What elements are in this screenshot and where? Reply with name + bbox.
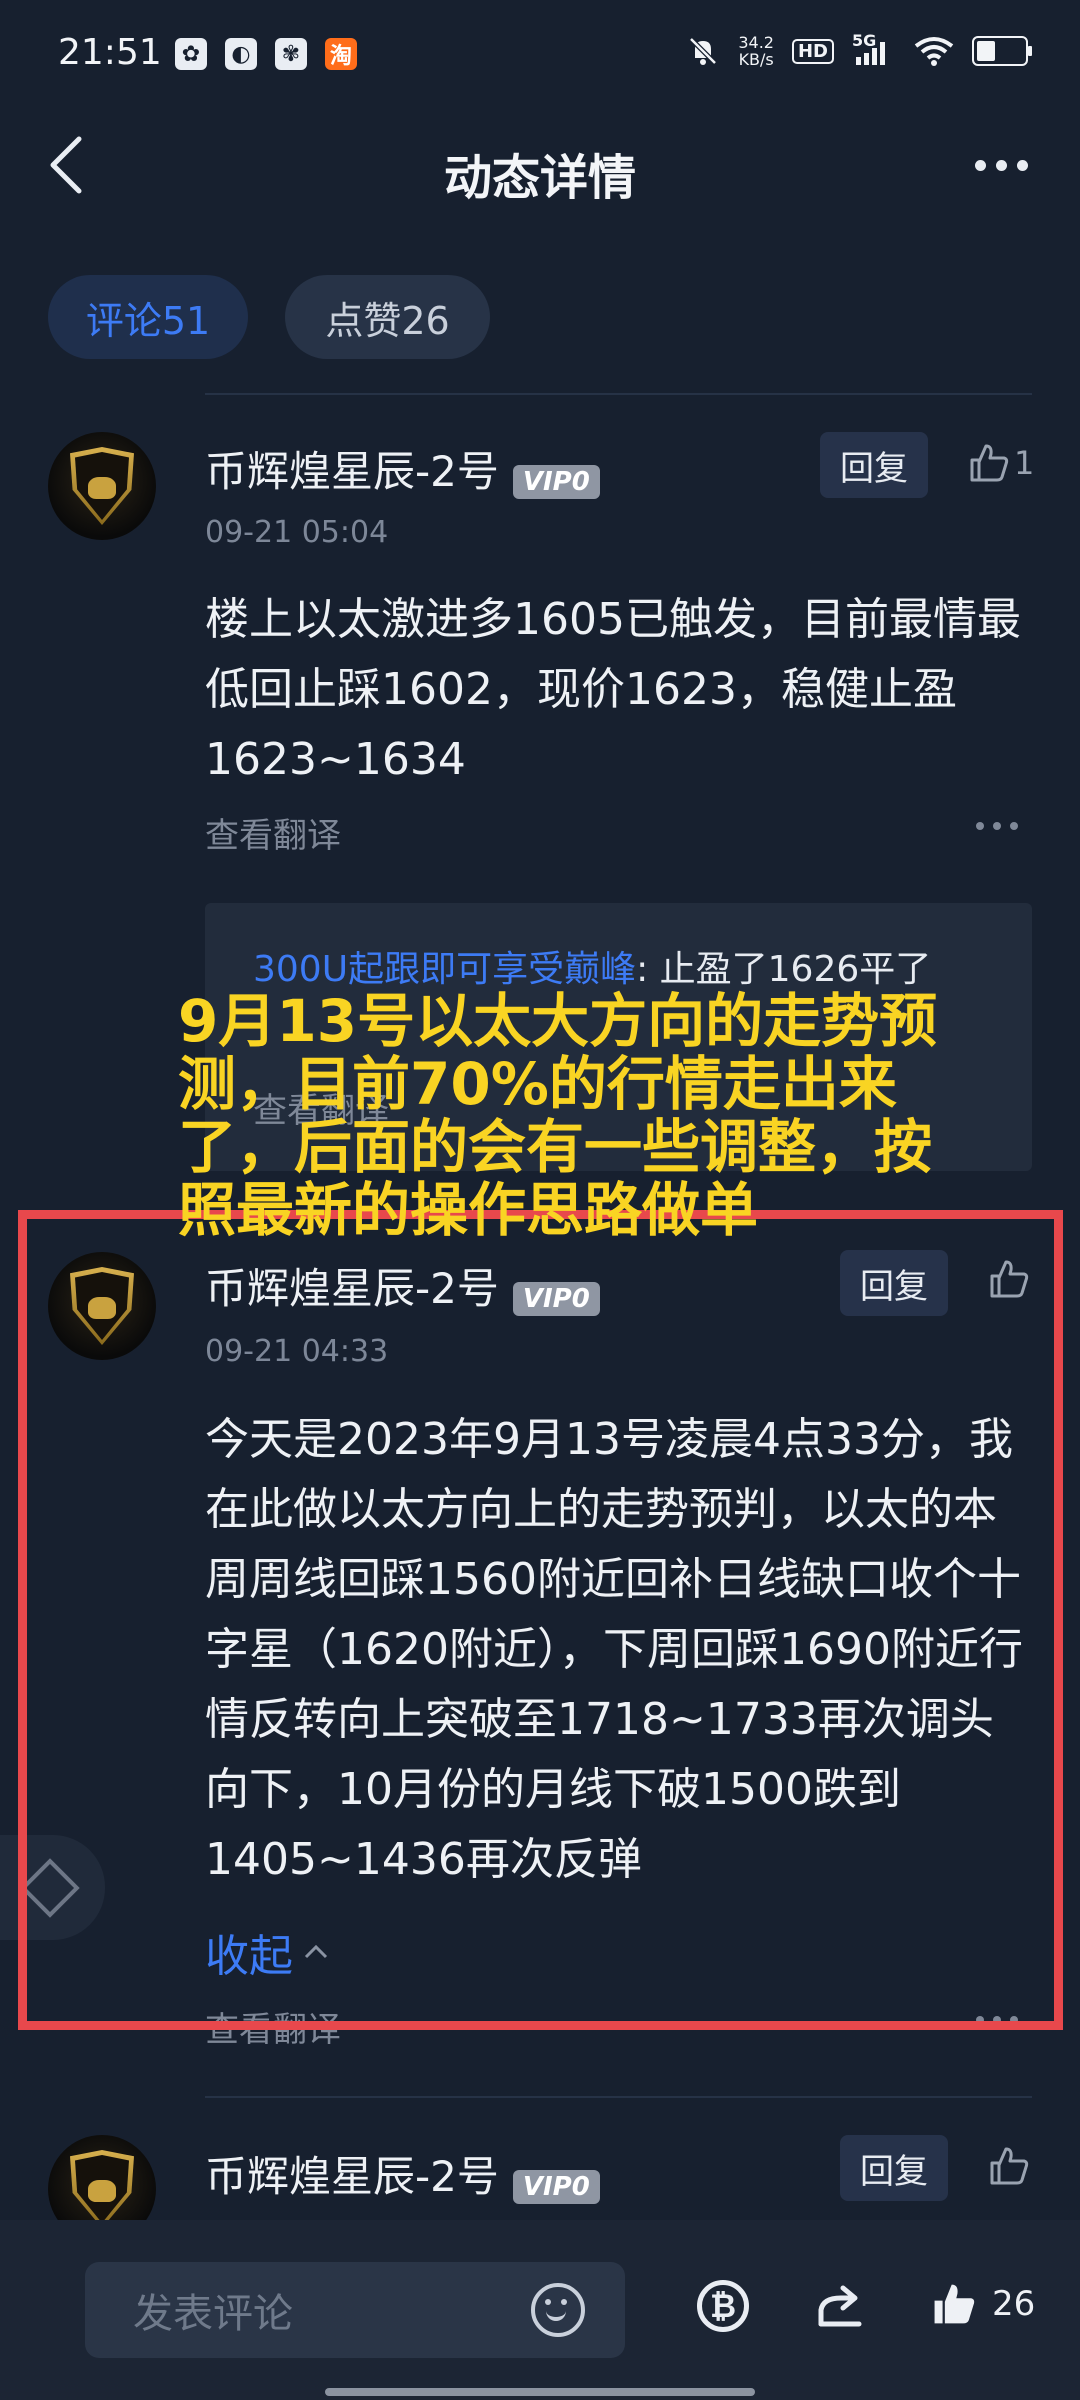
overlay-caption: 9月13号以太大方向的走势预测，目前70%的行情走出来了，后面的会有一些调整，按… (178, 987, 938, 1244)
network-speed-unit: KB/s (738, 50, 774, 69)
like-post-button[interactable]: 26 (930, 2280, 1035, 2328)
username[interactable]: 币辉煌星辰-2号 (205, 2152, 499, 2201)
reply-button[interactable]: 回复 (840, 2135, 948, 2201)
highlight-box (18, 1210, 1063, 2030)
vip-badge: VIP0 (512, 2169, 600, 2204)
comment-author[interactable]: 币辉煌星辰-2号 VIP0 (205, 2143, 600, 2204)
status-indicators: 34.2 KB/s HD 5G (686, 31, 1032, 68)
wifi-icon (914, 37, 954, 66)
like-count: 1 (1014, 444, 1035, 482)
translate-link[interactable]: 查看翻译 (205, 808, 341, 857)
avatar[interactable] (48, 432, 156, 540)
nested-reply-user[interactable]: 300U起跟即可享受巅峰 (253, 949, 636, 990)
comment-time: 09-21 05:04 (205, 515, 389, 550)
home-indicator[interactable] (325, 2388, 755, 2396)
hd-badge: HD (791, 38, 834, 64)
status-time: 21:51 (58, 32, 162, 73)
browser-icon: ◐ (225, 38, 257, 70)
battery-icon (972, 36, 1032, 66)
mute-bell-icon (689, 37, 718, 65)
page-title: 动态详情 (443, 150, 636, 206)
vip-badge: VIP0 (512, 464, 600, 499)
network-speed: 34.2 KB/s (738, 34, 774, 68)
like-button[interactable]: 1 (968, 442, 1034, 484)
more-options-icon[interactable] (975, 160, 1028, 171)
emoji-icon[interactable] (531, 2283, 585, 2337)
more-dots-icon[interactable] (976, 822, 1018, 830)
bottom-bar: 发表评论 ₿ 26 (0, 2220, 1080, 2400)
share-icon[interactable] (815, 2280, 865, 2330)
thumbs-up-filled-icon (934, 2284, 975, 2324)
wechat-icon: ✿ (175, 38, 207, 70)
comment-author[interactable]: 币辉煌星辰-2号 VIP0 (205, 438, 600, 499)
status-app-icons: ✿ ◐ ✾ 淘 (175, 38, 357, 70)
comment-input-placeholder: 发表评论 (133, 2291, 293, 2337)
thumbs-up-icon (990, 2147, 1029, 2185)
comment-input[interactable]: 发表评论 (85, 2262, 625, 2358)
baidu-icon: ✾ (275, 38, 307, 70)
nested-reply-content: : 止盈了1626平了 (636, 949, 932, 990)
username[interactable]: 币辉煌星辰-2号 (205, 447, 499, 496)
reply-button[interactable]: 回复 (820, 432, 928, 498)
lamborghini-logo-icon (70, 447, 134, 525)
comment-body: 楼上以太激进多1605已触发，目前最情最低回止踩1602，现价1623，稳健止盈… (205, 594, 1021, 785)
thumbs-up-icon (970, 444, 1009, 482)
lamborghini-logo-icon (70, 2150, 134, 2228)
tab-likes[interactable]: 点赞26 (285, 275, 490, 359)
divider (205, 2096, 1032, 2098)
like-button[interactable] (988, 2145, 1030, 2187)
taobao-icon: 淘 (325, 38, 357, 70)
signal-bars-icon (856, 42, 885, 65)
signal-5g-icon: 5G (852, 31, 896, 67)
bitcoin-tip-icon[interactable]: ₿ (697, 2280, 749, 2332)
tab-comments[interactable]: 评论51 (48, 275, 248, 359)
divider (205, 393, 1032, 395)
post-like-count: 26 (992, 2284, 1036, 2324)
network-speed-value: 34.2 (738, 33, 774, 52)
